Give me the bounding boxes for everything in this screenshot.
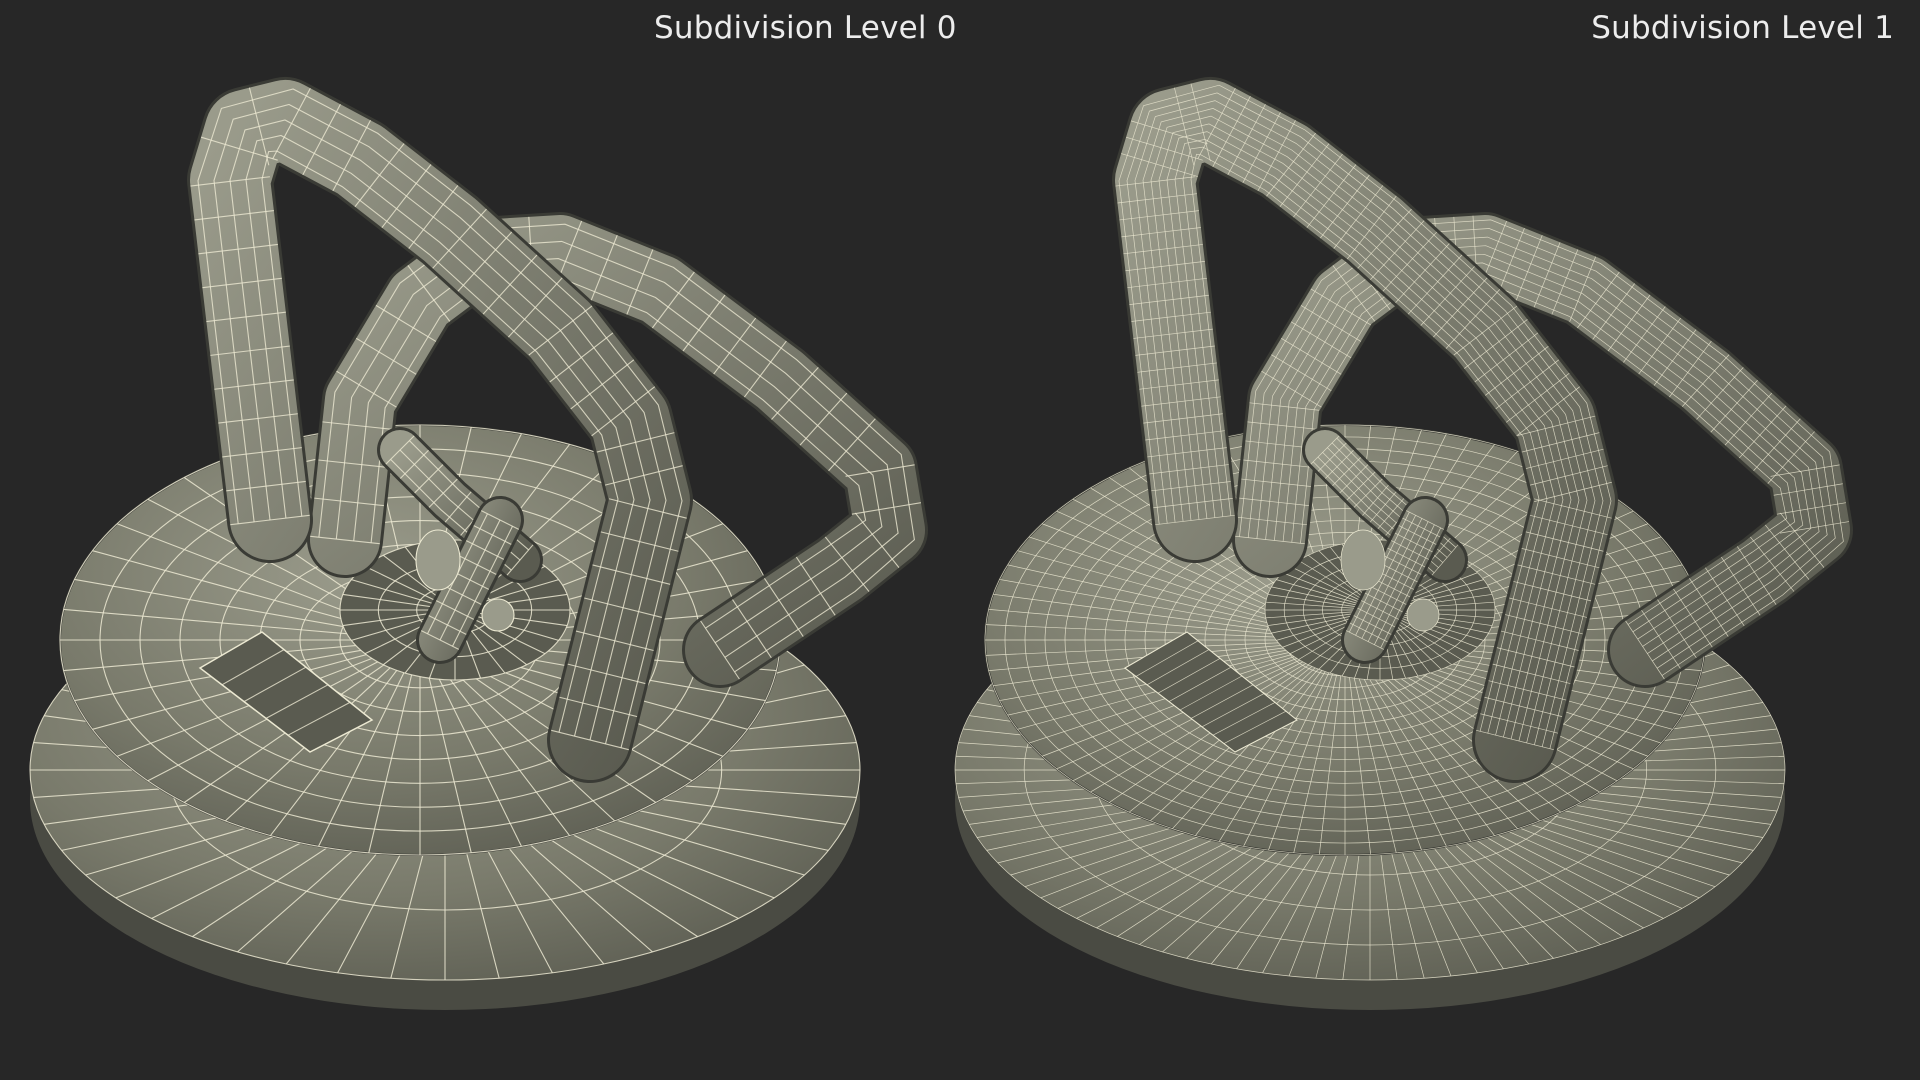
viewport-subdivision-1 — [925, 0, 1885, 1080]
render-canvas: Subdivision Level 0 Subdivision Level 1 — [0, 0, 1920, 1080]
subdivision-level-label: Subdivision Level 1 — [1591, 10, 1894, 46]
viewport-subdivision-0 — [0, 0, 960, 1080]
suction-cup-model-render — [29, 77, 928, 1010]
subdivision-level-label: Subdivision Level 0 — [654, 10, 957, 46]
suction-cup-model-render — [954, 77, 1853, 1010]
